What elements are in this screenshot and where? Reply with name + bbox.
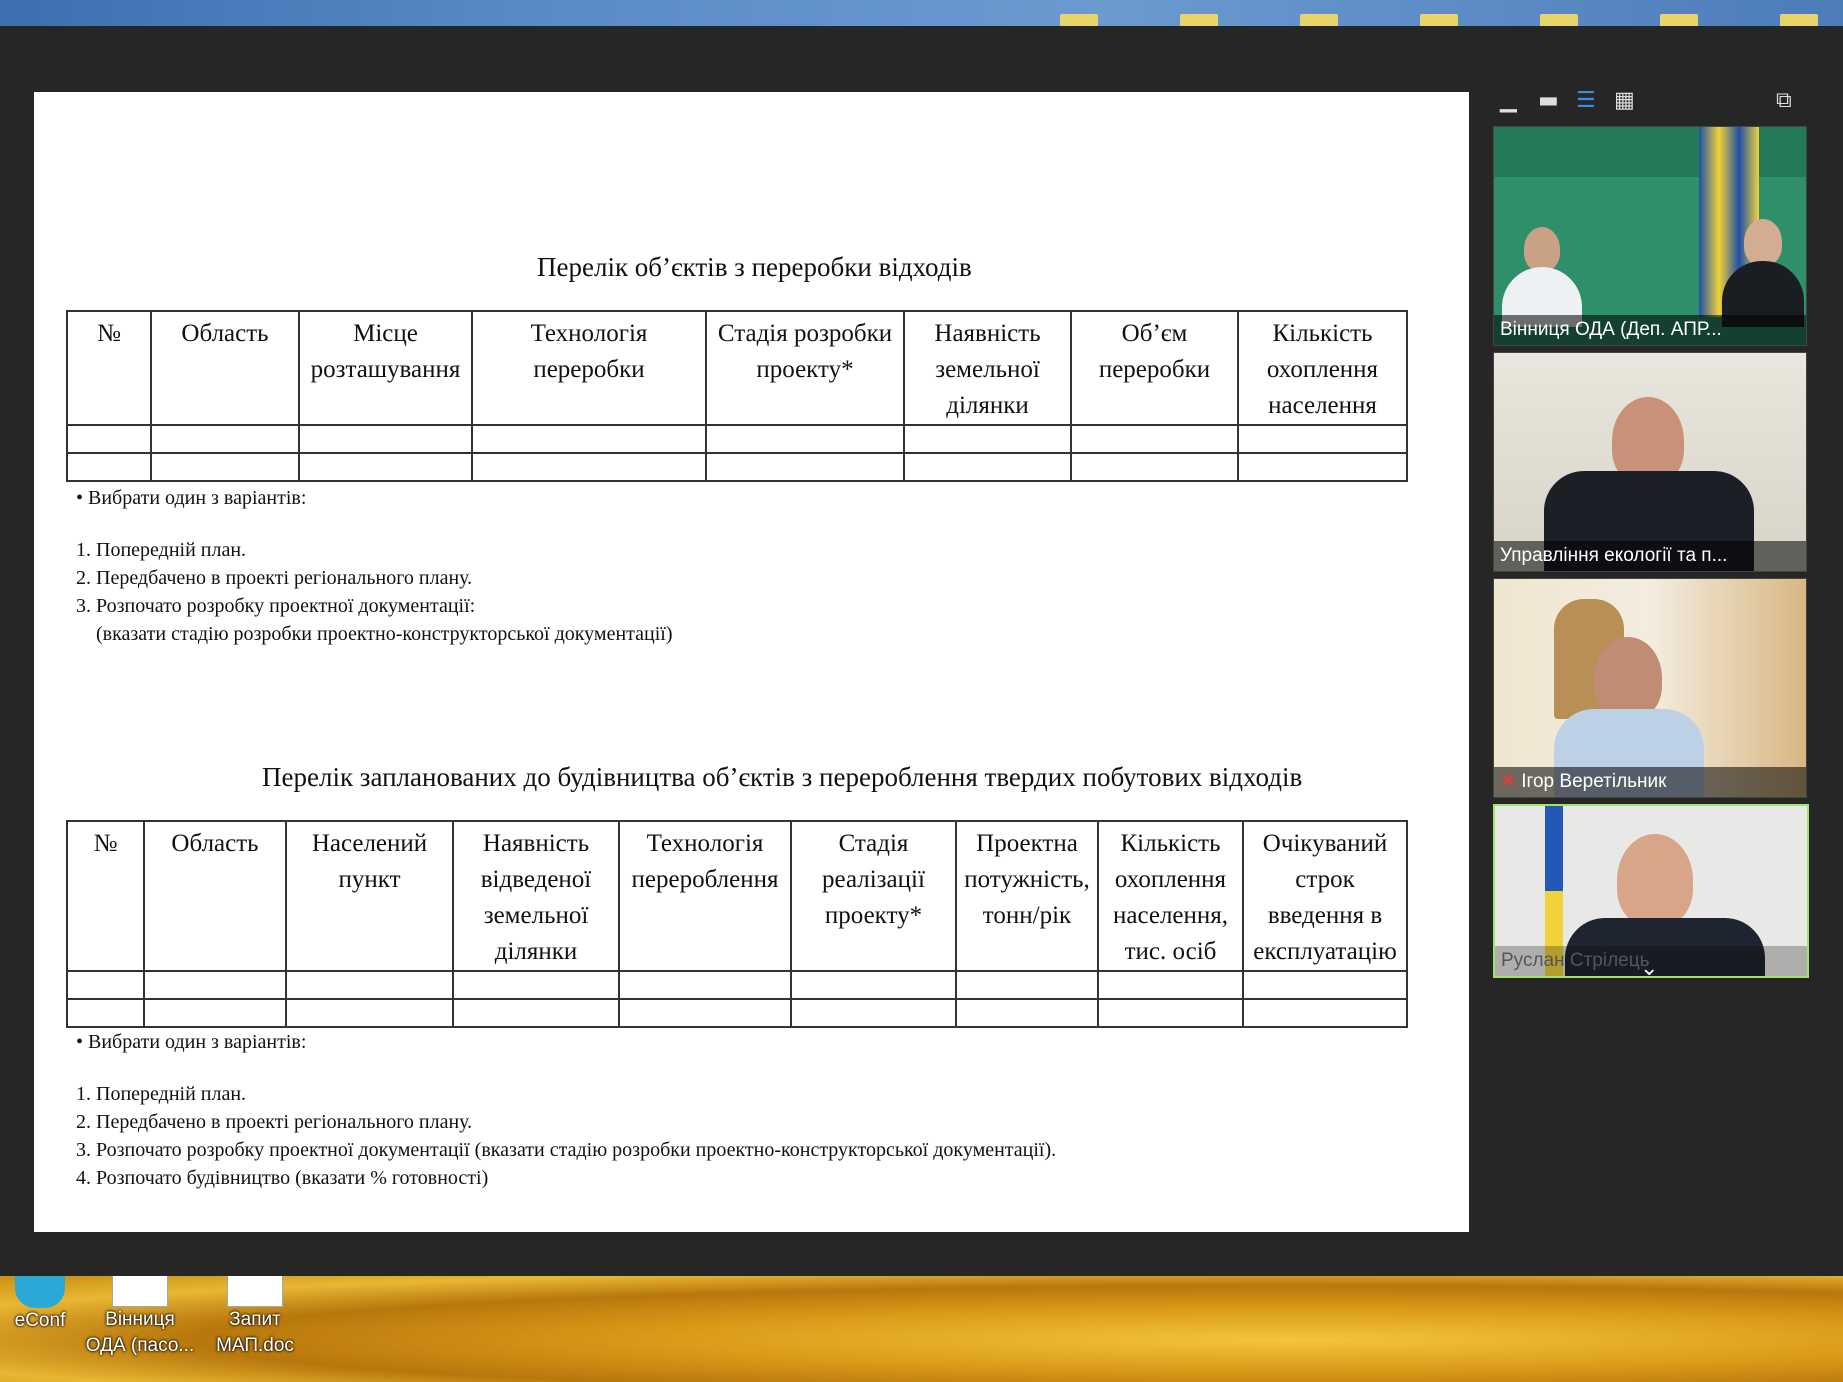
note-line: 3. Розпочато розробку проектної документ… [76, 1139, 1057, 1161]
table2: № Область Населений пункт Наявність відв… [66, 820, 1408, 1028]
table-row [66, 998, 1408, 1028]
note-line: 1. Попередній план. [76, 539, 247, 561]
video-tile[interactable]: Управління екології та п... [1493, 352, 1807, 572]
meeting-window: Перелік об’єктів з переробки відходів № … [0, 26, 1843, 1276]
table2-header: № [66, 820, 145, 972]
desktop-folder-icon [1540, 14, 1578, 26]
table1-header: Технологія переробки [471, 310, 707, 426]
desktop-top-strip [0, 0, 1843, 26]
table1-header: № [66, 310, 152, 426]
note-line: • Вибрати один з варіантів: [76, 487, 307, 509]
chevron-down-icon[interactable]: ⌄ [1640, 956, 1658, 981]
participant-name: Вінниця ОДА (Деп. АПР... [1494, 315, 1806, 345]
note-line [76, 512, 673, 536]
table2-header: Технологія перероблення [618, 820, 792, 972]
table1-header: Стадія розробки проекту* [705, 310, 905, 426]
participant-image [1524, 227, 1560, 271]
table2-header: Наявність відведеної земельної ділянки [452, 820, 620, 972]
desktop-folder-icon [1060, 14, 1098, 26]
desktop-shortcut-zapyt[interactable]: Запит МАП.doc [210, 1276, 300, 1382]
desktop-folder-icon [1780, 14, 1818, 26]
gallery-view-icon[interactable]: ▦ [1614, 88, 1635, 113]
table1-header: Область [150, 310, 300, 426]
table-row [66, 452, 1408, 482]
participant-name-text: Ігор Веретільник [1521, 771, 1667, 792]
view-controls: ▁ ▬ ☰ ▦ ⧉ [1490, 82, 1810, 122]
video-tile[interactable]: ✕ Ігор Веретільник [1493, 578, 1807, 798]
table1-header: Місце розташування [298, 310, 473, 426]
minimize-icon[interactable]: ▁ [1500, 88, 1517, 113]
participant-name: Управління екології та п... [1494, 541, 1806, 571]
note-line: 3. Розпочато розробку проектної документ… [76, 595, 476, 617]
table1: № Область Місце розташування Технологія … [66, 310, 1408, 482]
note-line: 2. Передбачено в проекті регіонального п… [76, 567, 473, 589]
note-line: 2. Передбачено в проекті регіонального п… [76, 1111, 473, 1133]
desktop-folder-icon [1420, 14, 1458, 26]
desktop-shortcut-label: Вінниця ОДА (пасо... [85, 1309, 195, 1356]
table1-header: Наявність земельної ділянки [903, 310, 1072, 426]
participants-panel: ▁ ▬ ☰ ▦ ⧉ Вінниця ОДА (Деп. АПР... Управ… [1490, 82, 1810, 1032]
note-line [76, 1056, 1056, 1080]
shared-screen-document: Перелік об’єктів з переробки відходів № … [34, 92, 1469, 1232]
table1-notes: • Вибрати один з варіантів: 1. Попередні… [76, 484, 673, 648]
table2-notes: • Вибрати один з варіантів: 1. Попередні… [76, 1028, 1056, 1192]
desktop-folder-icon [1300, 14, 1338, 26]
participant-image [1594, 637, 1662, 719]
speaker-view-icon[interactable]: ☰ [1576, 88, 1596, 113]
econf-icon [15, 1276, 65, 1308]
wall-banner [1494, 127, 1806, 177]
desktop-folder-icon [1180, 14, 1218, 26]
participant-image [1617, 834, 1693, 926]
desktop-shortcut-vinnytsia[interactable]: Вінниця ОДА (пасо... [85, 1276, 195, 1382]
desktop-folder-icon [1660, 14, 1698, 26]
desktop-shortcut-label: Запит МАП.doc [216, 1309, 294, 1356]
table1-title: Перелік об’єктів з переробки відходів [537, 252, 972, 282]
popout-icon[interactable]: ⧉ [1776, 88, 1792, 113]
table1-header: Кількість охоплення населення [1237, 310, 1408, 426]
grid-view-icon[interactable]: ▬ [1538, 88, 1559, 113]
table2-header: Стадія реалізації проекту* [790, 820, 957, 972]
microphone-muted-icon: ✕ [1500, 771, 1516, 792]
table-row [66, 970, 1408, 1000]
table-row [66, 424, 1408, 454]
document-icon [112, 1276, 168, 1307]
note-line: (вказати стадію розробки проектно-констр… [96, 623, 673, 645]
participant-image [1744, 219, 1782, 265]
table2-header: Область [143, 820, 287, 972]
table2-header: Проектна потужність, тонн/рік [955, 820, 1099, 972]
desktop-shortcut-econf[interactable]: eConf [0, 1276, 90, 1382]
table2-header: Населений пункт [285, 820, 454, 972]
table2-header: Очікуваний строк введення в експлуатацію [1242, 820, 1408, 972]
video-tile[interactable]: Вінниця ОДА (Деп. АПР... [1493, 126, 1807, 346]
video-tile[interactable]: Руслан Стрілець [1493, 804, 1809, 978]
table2-title: Перелік запланованих до будівництва об’є… [262, 762, 1303, 792]
table1-header: Об’єм переробки [1070, 310, 1239, 426]
table2-header: Кількість охоплення населення, тис. осіб [1097, 820, 1244, 972]
participant-name: ✕ Ігор Веретільник [1494, 767, 1806, 797]
document-icon [227, 1276, 283, 1307]
desktop-shortcut-label: eConf [14, 1310, 66, 1331]
note-line: • Вибрати один з варіантів: [76, 1031, 307, 1053]
note-line: 1. Попередній план. [76, 1083, 247, 1105]
note-line: 4. Розпочато будівництво (вказати % гото… [76, 1167, 489, 1189]
